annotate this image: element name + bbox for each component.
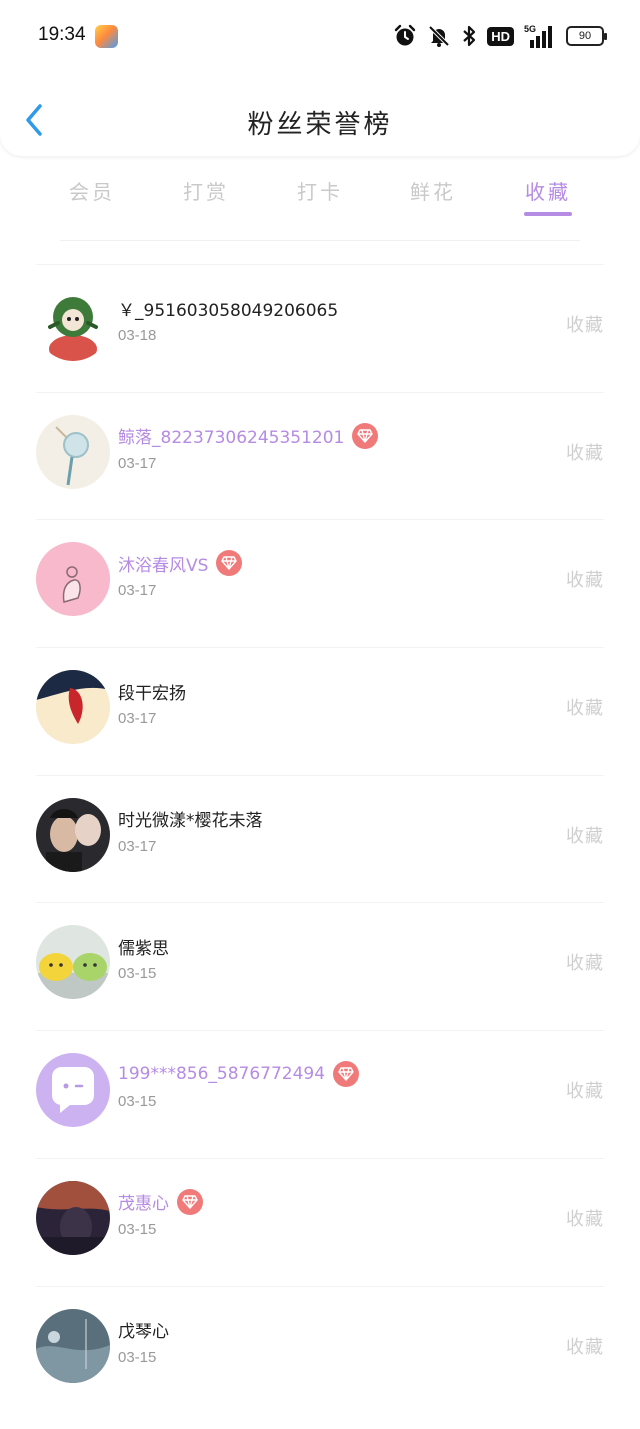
- fan-date: 03-17: [118, 710, 157, 728]
- fan-date: 03-15: [118, 965, 157, 983]
- list-item[interactable]: 段干宏扬 03-17 收藏: [36, 647, 604, 775]
- avatar: [36, 287, 110, 361]
- tab-membership[interactable]: 会员: [52, 176, 132, 205]
- fan-date: 03-15: [118, 1093, 157, 1111]
- fan-name: 段干宏扬: [118, 683, 186, 704]
- fan-date: 03-15: [118, 1348, 157, 1366]
- fan-list: ￥_951603058049206065 03-18 收藏 鲸落_8223730…: [0, 264, 640, 1413]
- tab-collect[interactable]: 收藏: [508, 176, 588, 205]
- fan-date: 03-17: [118, 582, 157, 600]
- tab-checkin[interactable]: 打卡: [280, 176, 360, 205]
- fan-date: 03-17: [118, 454, 157, 472]
- collect-label: 收藏: [566, 1208, 604, 1230]
- avatar: [36, 1180, 110, 1255]
- fan-name: 茂惠心: [118, 1194, 169, 1215]
- vip-diamond-icon: [352, 422, 379, 449]
- avatar: [36, 1053, 110, 1128]
- fan-date: 03-18: [118, 327, 157, 344]
- fan-name: 儒紫思: [118, 938, 169, 959]
- collect-label: 收藏: [566, 953, 604, 975]
- avatar: [36, 797, 110, 872]
- collect-label: 收藏: [566, 570, 604, 592]
- avatar: [36, 542, 110, 617]
- collect-label: 收藏: [566, 1336, 604, 1358]
- fan-name: 时光微漾*樱花未落: [118, 811, 263, 832]
- vip-diamond-icon: [216, 550, 243, 577]
- list-item[interactable]: 沐浴春风VS 03-17 收藏: [36, 519, 604, 647]
- tab-tip[interactable]: 打赏: [166, 176, 246, 205]
- fan-name: 199***856_5876772494: [118, 1064, 326, 1085]
- tabs-divider: [60, 240, 580, 241]
- collect-label: 收藏: [566, 442, 604, 464]
- avatar: [36, 414, 110, 489]
- list-item[interactable]: 时光微漾*樱花未落 03-17 收藏: [36, 774, 604, 903]
- avatar: [36, 670, 110, 745]
- tab-bar: 会员 打赏 打卡 鲜花 收藏: [0, 0, 640, 204]
- vip-diamond-icon: [177, 1188, 203, 1215]
- fan-name: 鲸落_82237306245351201: [118, 428, 345, 449]
- active-tab-indicator: [524, 212, 572, 216]
- fan-date: 03-17: [118, 837, 157, 855]
- tab-flowers[interactable]: 鲜花: [393, 176, 473, 205]
- fan-name: 戊琴心: [118, 1322, 169, 1342]
- vip-diamond-icon: [333, 1061, 360, 1088]
- list-item[interactable]: 儒紫思 03-15 收藏: [36, 902, 604, 1030]
- list-item[interactable]: ￥_951603058049206065 03-18 收藏: [36, 264, 604, 392]
- list-item[interactable]: 茂惠心 03-15 收藏: [36, 1157, 604, 1286]
- collect-label: 收藏: [566, 1081, 604, 1103]
- collect-label: 收藏: [566, 825, 604, 847]
- list-item[interactable]: 199***856_5876772494 03-15 收藏: [36, 1030, 604, 1158]
- avatar: [36, 1308, 110, 1383]
- page-title: 粉丝荣誉榜: [247, 110, 393, 140]
- fan-name: ￥_951603058049206065: [118, 300, 339, 321]
- collect-label: 收藏: [566, 698, 604, 720]
- list-item[interactable]: 戊琴心 03-15 收藏: [36, 1285, 604, 1414]
- fan-name: 沐浴春风VS: [118, 555, 209, 576]
- avatar: [36, 925, 110, 1000]
- list-item[interactable]: 鲸落_82237306245351201 03-17 收藏: [36, 391, 604, 520]
- collect-label: 收藏: [566, 315, 604, 336]
- fan-date: 03-15: [118, 1220, 157, 1238]
